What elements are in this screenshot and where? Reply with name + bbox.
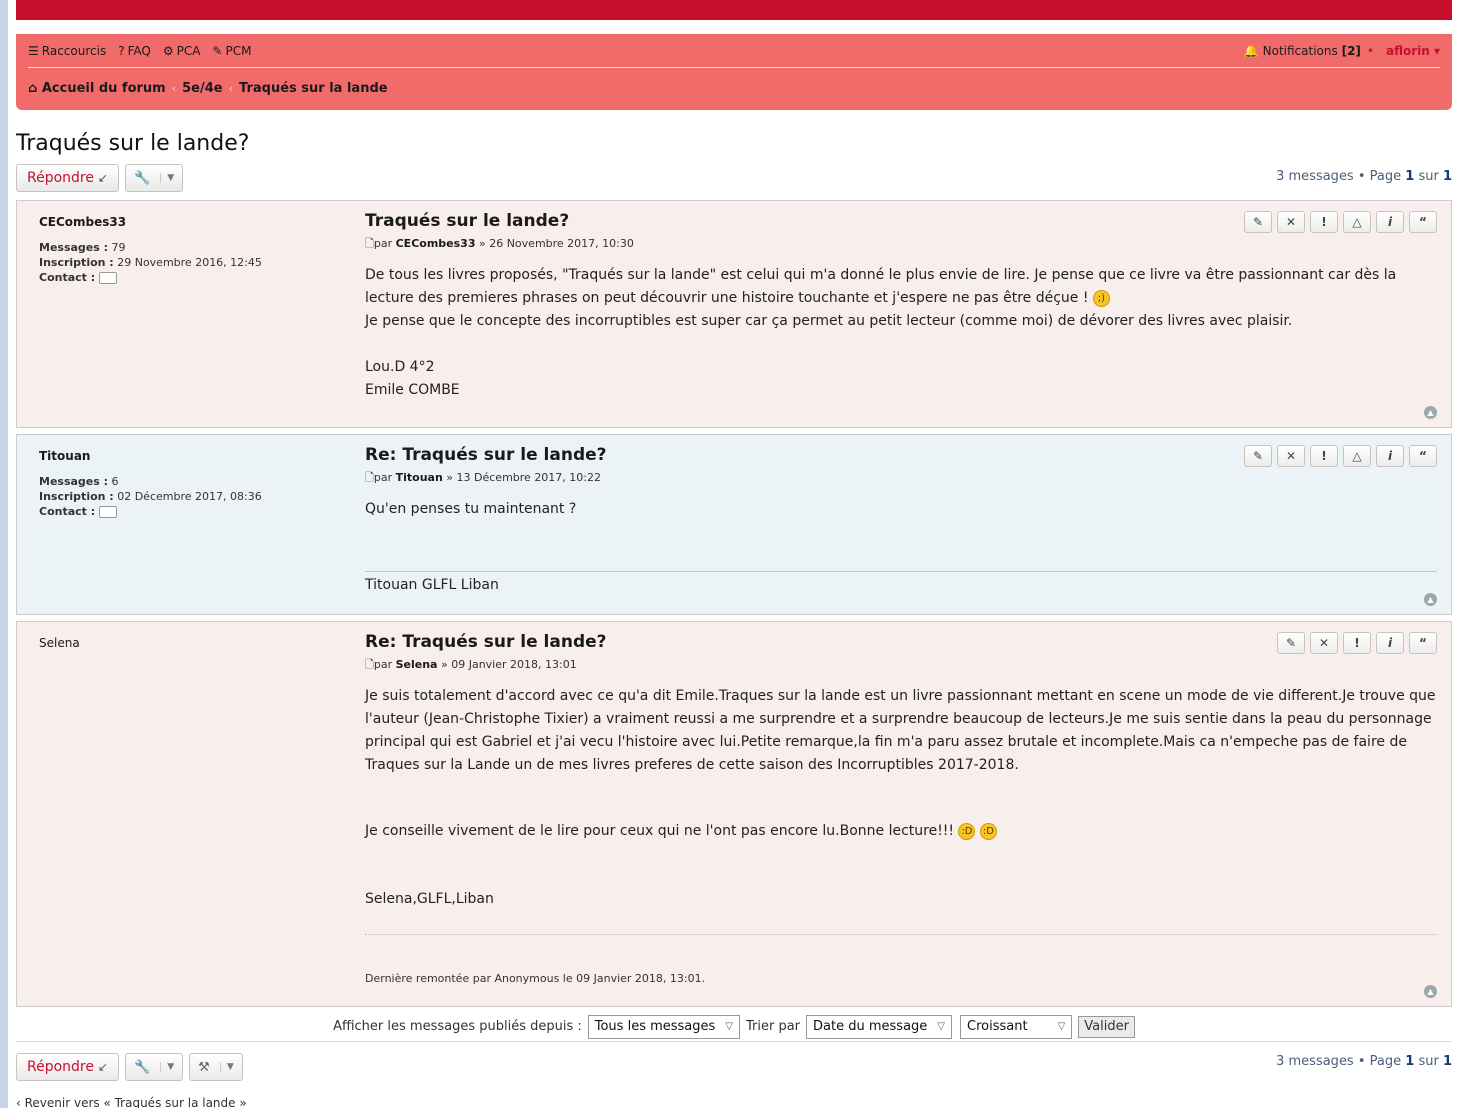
top-action-bar: Répondre ↙ 🔧 ▼ [16,164,189,192]
post-signature: Titouan GLFL Liban [365,577,499,593]
sort-key-select[interactable]: Date du message ▽ [806,1014,952,1039]
header-bar [16,0,1452,20]
topic-tools-button[interactable]: 🔧 ▼ [125,1053,184,1081]
post-body: De tous les livres proposés, "Traqués su… [365,267,1397,398]
reply-arrow-icon: ↙ [98,1060,109,1074]
chevron-down-icon: ▽ [1057,1021,1066,1032]
post-title[interactable]: Re: Traqués sur le lande? [365,632,1437,652]
sort-bar: Afficher les messages publiés depuis : T… [16,1012,1452,1042]
post-body: Je suis totalement d'accord avec ce qu'a… [365,688,1436,907]
post-author[interactable]: Titouan [39,449,339,464]
post-title[interactable]: Traqués sur le lande? [365,211,1437,231]
reply-arrow-icon: ↙ [98,171,109,185]
profile-messages: Messages : 79 [39,241,126,254]
caret-down-icon: ▼ [160,1062,174,1072]
post-meta: 🗋par CECombes33 » 26 Novembre 2017, 10:3… [365,237,634,250]
caret-down-icon: ▼ [160,173,174,183]
grin-emoji-icon: :D [958,822,976,840]
reply-button[interactable]: Répondre ↙ [16,1053,120,1081]
grin-emoji-icon: :D [979,822,997,840]
bell-icon: 🔔 [1243,44,1259,58]
breadcrumb: ⌂ Accueil du forum ‹ 5e/4e ‹ Traqués sur… [28,78,388,98]
caret-down-icon: ▼ [219,1062,234,1072]
chat-bubble-icon[interactable] [98,506,117,518]
post-body: Qu'en penses tu maintenant ? [365,501,577,517]
profile-contact: Contact : [39,504,339,519]
post-icon: 🗋 [365,658,374,671]
profile-joined: Inscription : 29 Novembre 2016, 12:45 [39,256,262,269]
profile-messages: Messages : 6 [39,475,119,488]
post-profile: Titouan Messages : 6 Inscription : 02 Dé… [39,449,339,519]
faq-link[interactable]: ? FAQ [118,44,151,58]
post-1: CECombes33 Messages : 79 Inscription : 2… [16,200,1452,428]
post-content: Re: Traqués sur le lande? 🗋par Selena » … [365,632,1437,911]
wrench-icon: 🔧 [134,170,151,186]
post-profile: Selena [39,636,339,661]
edit-divider [365,934,1437,935]
chevron-left-icon: ‹ [171,81,177,95]
post-content: Re: Traqués sur le lande? 🗋par Titouan »… [365,445,1437,521]
gear-icon: ⚙ [162,44,174,58]
post-2: Titouan Messages : 6 Inscription : 02 Dé… [16,434,1452,615]
wrench-icon: ✎ [212,44,223,58]
separator-dot: • [1366,44,1374,58]
signature-divider [365,571,1437,572]
back-to-top-icon[interactable]: ▲ [1424,985,1437,998]
wrench-icon: 🔧 [134,1059,151,1075]
chevron-down-icon: ▽ [725,1021,733,1032]
topic-tools-button[interactable]: 🔧 ▼ [125,164,184,192]
pcm-link[interactable]: ✎ PCM [212,44,251,58]
breadcrumb-home[interactable]: Accueil du forum [42,81,166,96]
pca-link[interactable]: ⚙ PCA [163,44,201,58]
profile-joined: Inscription : 02 Décembre 2017, 08:36 [39,490,262,503]
breadcrumb-level1[interactable]: 5e/4e [182,81,222,96]
wink-emoji-icon: ;) [1092,289,1110,307]
post-title[interactable]: Re: Traqués sur le lande? [365,445,1437,465]
home-icon: ⌂ [28,80,38,96]
pagination-bottom: 3 messages • Page 1 sur 1 [1276,1054,1452,1069]
edit-note: Dernière remontée par Anonymous le 09 Ja… [365,972,706,985]
back-to-forum-link[interactable]: ‹ Revenir vers « Traqués sur la lande » [16,1096,247,1108]
post-meta: 🗋par Titouan » 13 Décembre 2017, 10:22 [365,471,602,484]
post-3: Selena ✎ ✕ ! i “ Re: Traqués sur le land… [16,621,1452,1007]
sort-direction-select[interactable]: Croissant ▽ [960,1014,1073,1039]
post-icon: 🗋 [365,471,374,484]
page-title[interactable]: Traqués sur le lande? [16,131,249,156]
show-days-select[interactable]: Tous les messages ▽ [587,1014,740,1039]
chevron-down-icon: ▽ [937,1021,945,1032]
user-area: 🔔 Notifications [2] • aflorin ▾ [1244,44,1440,58]
bottom-action-bar: Répondre ↙ 🔧 ▼ ⚒ ▼ [16,1053,249,1081]
breadcrumb-level2[interactable]: Traqués sur la lande [239,81,388,96]
sort-submit-button[interactable]: Valider [1078,1015,1135,1038]
post-profile: CECombes33 Messages : 79 Inscription : 2… [39,215,339,285]
quicklinks-menu[interactable]: ☰ Raccourcis [28,44,106,58]
post-author: Selena [39,636,80,650]
profile-contact: Contact : [39,270,339,285]
reply-button[interactable]: Répondre ↙ [16,164,120,192]
back-to-top-icon[interactable]: ▲ [1424,406,1437,419]
chat-bubble-icon[interactable] [98,272,117,284]
navbar: ☰ Raccourcis ? FAQ ⚙ PCA ✎ PCM 🔔 Notificatio… [16,34,1452,110]
nav-links: ☰ Raccourcis ? FAQ ⚙ PCA ✎ PCM 🔔 Notificatio… [28,41,1440,61]
post-icon: 🗋 [365,237,374,250]
post-meta: 🗋par Selena » 09 Janvier 2018, 13:01 [365,658,577,671]
hammer-icon: ⚒ [198,1059,210,1075]
notifications-link[interactable]: 🔔 Notifications [2] [1244,44,1361,58]
post-content: Traqués sur le lande? 🗋par CECombes33 » … [365,211,1437,402]
nav-divider [28,67,1440,68]
user-menu[interactable]: aflorin ▾ [1386,44,1440,58]
post-author[interactable]: CECombes33 [39,215,339,230]
pagination-top: 3 messages • Page 1 sur 1 [1276,169,1452,184]
moderator-tools-button[interactable]: ⚒ ▼ [189,1053,243,1081]
help-icon: ? [118,44,125,58]
back-to-top-icon[interactable]: ▲ [1424,593,1437,606]
chevron-left-icon: ‹ [228,81,234,95]
menu-icon: ☰ [28,44,39,58]
